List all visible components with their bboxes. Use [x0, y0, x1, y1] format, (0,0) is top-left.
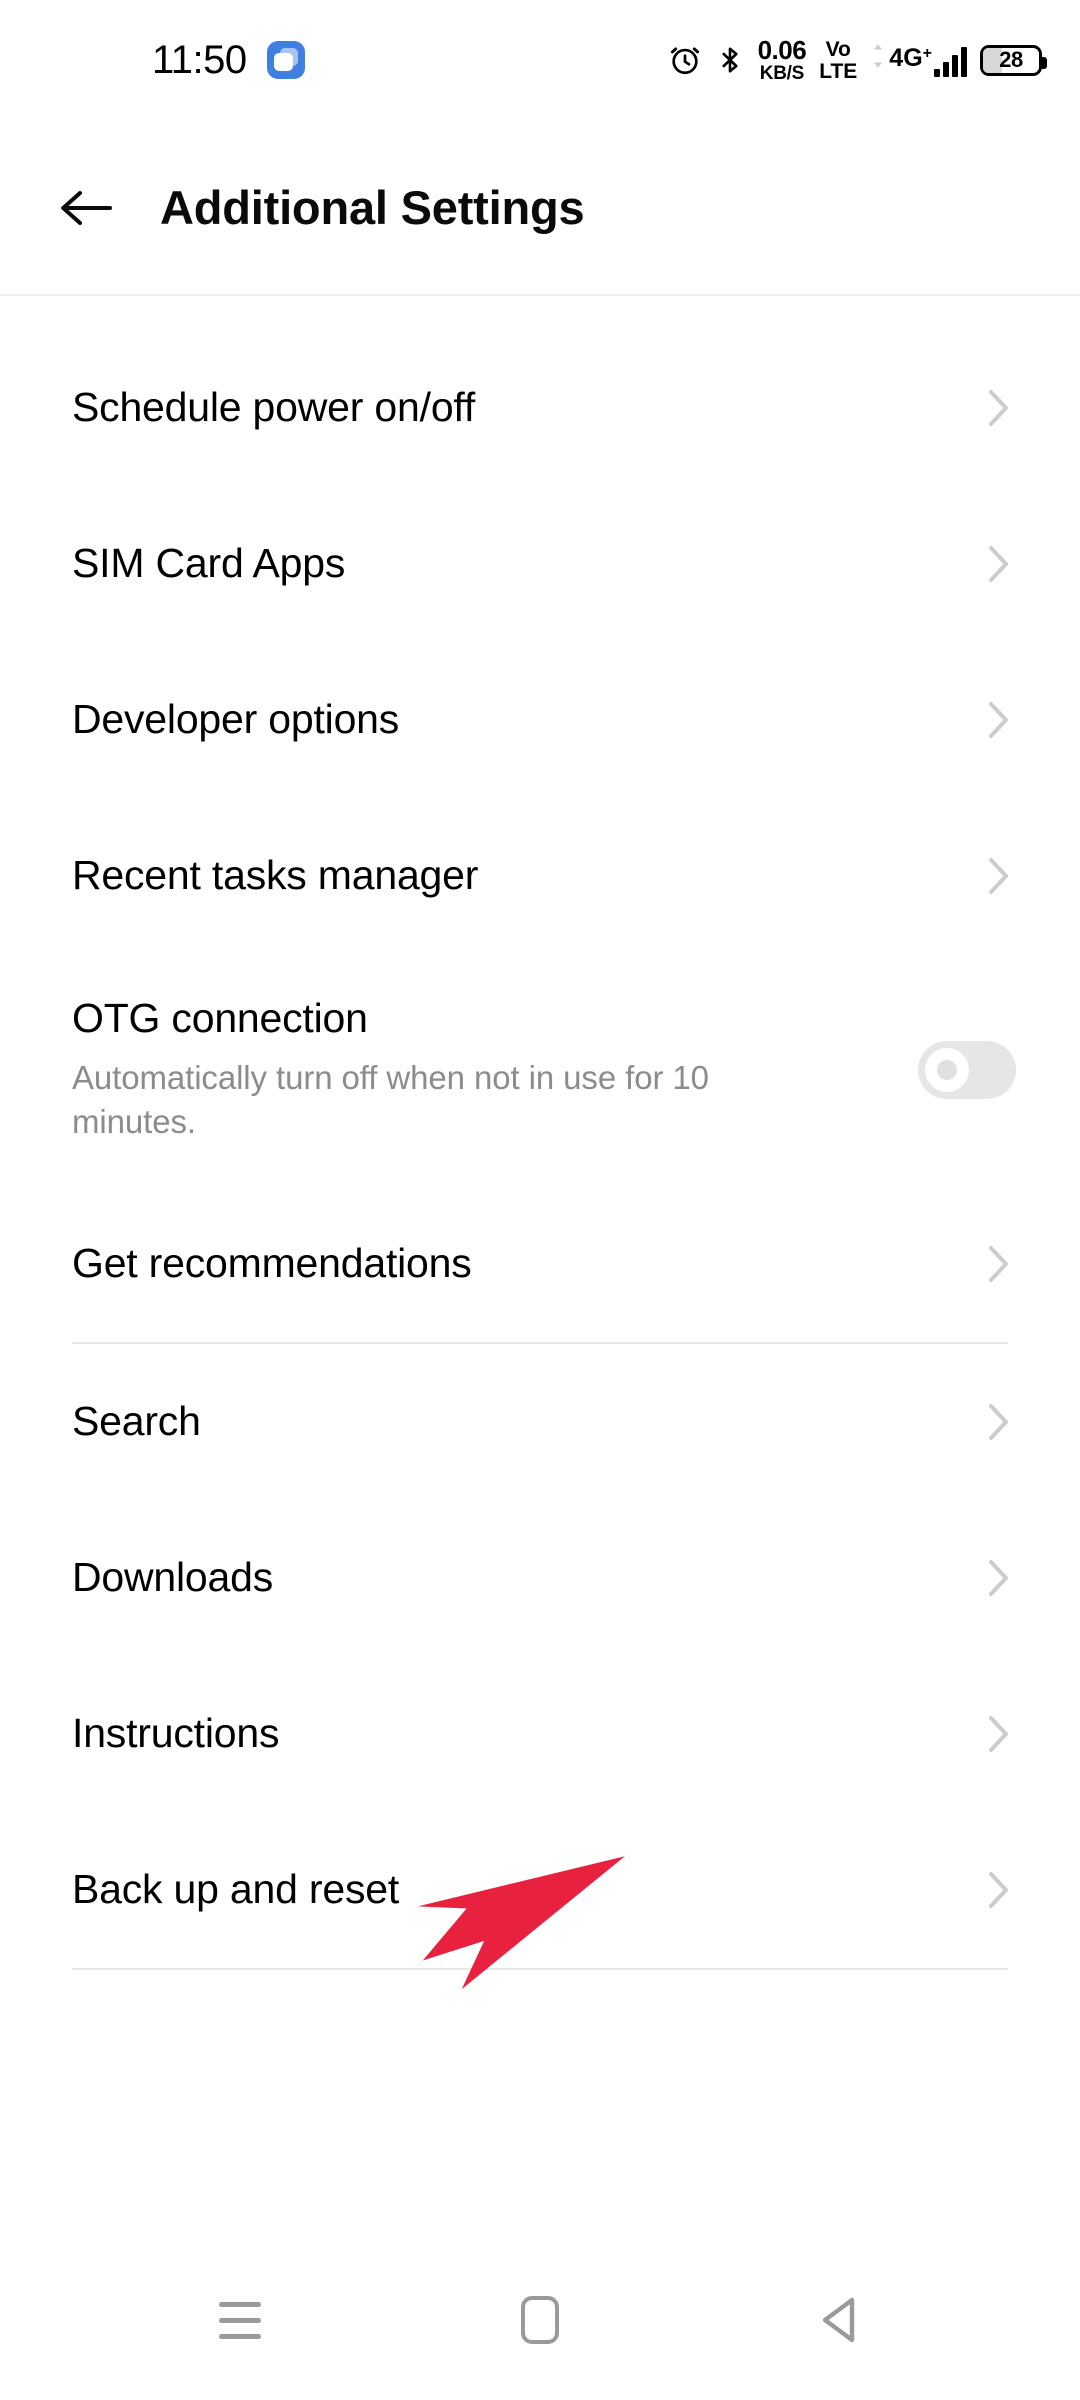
settings-list: Schedule power on/off SIM Card Apps Deve…	[0, 296, 1080, 1970]
list-item-label: Instructions	[72, 1710, 280, 1757]
list-item-label: OTG connection	[72, 995, 368, 1042]
network-generation-text: 4G	[889, 44, 923, 72]
list-item-label: SIM Card Apps	[72, 540, 346, 587]
chevron-right-icon	[988, 1871, 1010, 1909]
network-speed-unit: KB/S	[759, 63, 805, 84]
settings-group-system: Schedule power on/off SIM Card Apps Deve…	[0, 330, 1080, 1342]
alarm-icon	[668, 43, 702, 77]
chevron-right-icon	[988, 1715, 1010, 1753]
status-bar-right: 0.06 KB/S Vo LTE 4G + 28	[668, 30, 1047, 90]
list-item-texts: Recent tasks manager	[72, 852, 479, 899]
list-item-texts: Downloads	[72, 1554, 274, 1601]
list-item-label: Recent tasks manager	[72, 852, 479, 899]
settings-group-tools: Search Downloads Instructions Back up an…	[0, 1344, 1080, 1968]
home-button[interactable]	[470, 2270, 610, 2370]
list-item-label: Downloads	[72, 1554, 274, 1601]
list-item-texts: Search	[72, 1398, 201, 1445]
status-time: 11:50	[152, 38, 247, 82]
data-transfer-icon	[870, 43, 886, 69]
list-item-label: Back up and reset	[72, 1866, 400, 1913]
triangle-left-icon	[818, 2296, 862, 2344]
chevron-right-icon	[988, 1245, 1010, 1283]
chevron-right-icon	[988, 389, 1010, 427]
page-title: Additional Settings	[160, 181, 585, 234]
list-item-label: Get recommendations	[72, 1240, 472, 1287]
otg-toggle-switch[interactable]	[918, 1041, 1016, 1099]
chevron-right-icon	[988, 857, 1010, 895]
network-speed-value: 0.06	[757, 35, 807, 65]
network-generation-label: 4G +	[889, 46, 932, 71]
list-item-recent-tasks-manager[interactable]: Recent tasks manager	[0, 798, 1080, 954]
volte-line-1: Vo	[825, 37, 851, 61]
list-item-label: Schedule power on/off	[72, 384, 476, 431]
app-bar: Additional Settings	[0, 120, 1080, 295]
battery-level: 28	[999, 47, 1023, 72]
list-item-sim-card-apps[interactable]: SIM Card Apps	[0, 486, 1080, 642]
toggle-knob	[925, 1048, 969, 1092]
rounded-square-icon	[521, 2296, 559, 2344]
list-item-back-up-and-reset[interactable]: Back up and reset	[0, 1812, 1080, 1968]
hamburger-icon	[219, 2301, 261, 2339]
list-item-texts: Get recommendations	[72, 1240, 472, 1287]
status-bar-left: 11:50	[0, 40, 305, 80]
list-item-texts: SIM Card Apps	[72, 540, 346, 587]
navigation-bar	[0, 2240, 1080, 2400]
list-item-otg-connection[interactable]: OTG connection Automatically turn off wh…	[0, 954, 1080, 1186]
status-bar: 11:50 0.06 KB/S Vo LTE 4G + 28	[0, 0, 1080, 120]
list-item-texts: Schedule power on/off	[72, 384, 476, 431]
chevron-right-icon	[988, 545, 1010, 583]
clone-apps-icon	[266, 41, 305, 79]
chevron-right-icon	[988, 1403, 1010, 1441]
list-item-developer-options[interactable]: Developer options	[0, 642, 1080, 798]
list-item-schedule-power-on-off[interactable]: Schedule power on/off	[0, 330, 1080, 486]
list-item-get-recommendations[interactable]: Get recommendations	[0, 1186, 1080, 1342]
bluetooth-icon	[715, 43, 745, 77]
list-item-search[interactable]: Search	[0, 1344, 1080, 1500]
list-item-instructions[interactable]: Instructions	[0, 1656, 1080, 1812]
list-item-texts: Back up and reset	[72, 1866, 400, 1913]
recents-button[interactable]	[170, 2270, 310, 2370]
list-top-spacer	[0, 296, 1080, 330]
list-item-texts: OTG connection Automatically turn off wh…	[72, 995, 802, 1144]
back-arrow-icon[interactable]	[58, 187, 114, 229]
list-item-downloads[interactable]: Downloads	[0, 1500, 1080, 1656]
network-generation-plus: +	[922, 45, 932, 62]
list-item-label: Developer options	[72, 696, 400, 743]
list-item-texts: Developer options	[72, 696, 400, 743]
list-item-subtitle: Automatically turn off when not in use f…	[72, 1059, 709, 1140]
network-speed-indicator: 0.06 KB/S	[758, 37, 807, 83]
back-button[interactable]	[770, 2270, 910, 2370]
volte-icon: Vo LTE	[819, 39, 857, 82]
list-bottom-divider	[72, 1968, 1008, 1970]
list-item-texts: Instructions	[72, 1710, 280, 1757]
battery-icon: 28	[980, 44, 1047, 76]
volte-line-2: LTE	[819, 59, 858, 83]
chevron-right-icon	[988, 1559, 1010, 1597]
list-item-label: Search	[72, 1398, 201, 1445]
phone-screen: 11:50 0.06 KB/S Vo LTE 4G + 28 Additiona…	[0, 0, 1080, 2400]
signal-bars	[934, 47, 967, 77]
chevron-right-icon	[988, 701, 1010, 739]
signal-icon: 4G +	[870, 43, 967, 77]
